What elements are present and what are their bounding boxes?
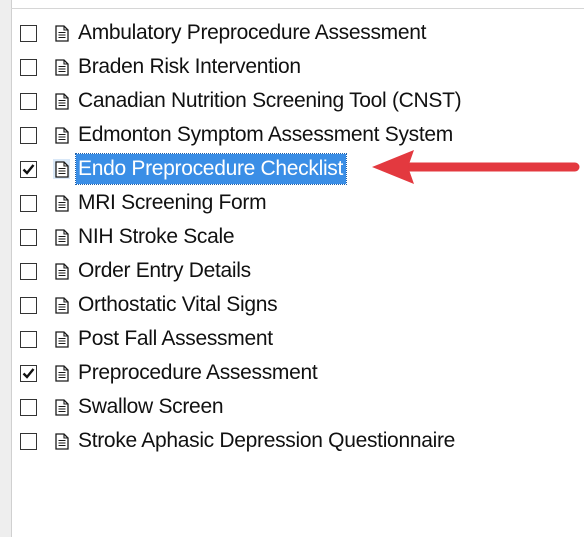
document-icon <box>53 57 70 77</box>
form-list: Ambulatory Preprocedure Assessment Brade… <box>20 16 580 458</box>
list-item[interactable]: Braden Risk Intervention <box>20 50 580 84</box>
list-item-label[interactable]: Endo Preprocedure Checklist <box>74 153 348 185</box>
list-item-label[interactable]: Post Fall Assessment <box>76 324 276 354</box>
checkbox[interactable] <box>20 296 37 314</box>
checkbox[interactable] <box>20 24 37 42</box>
checkbox[interactable] <box>20 262 37 280</box>
list-item[interactable]: Post Fall Assessment <box>20 322 580 356</box>
checkbox[interactable] <box>20 58 37 76</box>
document-icon <box>53 261 70 281</box>
list-item[interactable]: Ambulatory Preprocedure Assessment <box>20 16 580 50</box>
document-icon <box>53 193 70 213</box>
left-border <box>0 0 12 537</box>
list-item[interactable]: Canadian Nutrition Screening Tool (CNST) <box>20 84 580 118</box>
document-icon <box>53 227 70 247</box>
top-divider <box>11 8 584 9</box>
list-item-label[interactable]: Order Entry Details <box>76 256 254 286</box>
check-icon <box>22 367 35 379</box>
list-item-label[interactable]: Stroke Aphasic Depression Questionnaire <box>76 426 458 456</box>
checkbox-checked[interactable] <box>20 364 37 382</box>
checkbox[interactable] <box>20 432 37 450</box>
list-item-label[interactable]: Edmonton Symptom Assessment System <box>76 120 456 150</box>
list-item-selected[interactable]: Endo Preprocedure Checklist <box>20 152 580 186</box>
document-icon <box>53 295 70 315</box>
list-item-label[interactable]: MRI Screening Form <box>76 188 269 218</box>
list-item[interactable]: Preprocedure Assessment <box>20 356 580 390</box>
list-item-label[interactable]: Canadian Nutrition Screening Tool (CNST) <box>76 86 464 116</box>
list-item[interactable]: Orthostatic Vital Signs <box>20 288 580 322</box>
document-icon <box>53 363 70 383</box>
list-item[interactable]: Swallow Screen <box>20 390 580 424</box>
list-item[interactable]: NIH Stroke Scale <box>20 220 580 254</box>
document-icon <box>53 159 70 179</box>
checkbox[interactable] <box>20 330 37 348</box>
list-item-label[interactable]: Braden Risk Intervention <box>76 52 304 82</box>
form-list-panel: Ambulatory Preprocedure Assessment Brade… <box>0 0 584 537</box>
document-icon <box>53 397 70 417</box>
document-icon <box>53 23 70 43</box>
list-item-label[interactable]: NIH Stroke Scale <box>76 222 237 252</box>
list-item-label[interactable]: Swallow Screen <box>76 392 226 422</box>
checkbox-checked[interactable] <box>20 160 37 178</box>
check-icon <box>22 163 35 175</box>
list-item-label[interactable]: Ambulatory Preprocedure Assessment <box>76 18 429 48</box>
document-icon <box>53 431 70 451</box>
document-icon <box>53 329 70 349</box>
list-item[interactable]: Order Entry Details <box>20 254 580 288</box>
list-item[interactable]: Edmonton Symptom Assessment System <box>20 118 580 152</box>
checkbox[interactable] <box>20 194 37 212</box>
checkbox[interactable] <box>20 92 37 110</box>
checkbox[interactable] <box>20 228 37 246</box>
list-item[interactable]: Stroke Aphasic Depression Questionnaire <box>20 424 580 458</box>
list-item-label[interactable]: Orthostatic Vital Signs <box>76 290 280 320</box>
list-item-label[interactable]: Preprocedure Assessment <box>76 358 320 388</box>
checkbox[interactable] <box>20 126 37 144</box>
checkbox[interactable] <box>20 398 37 416</box>
list-item[interactable]: MRI Screening Form <box>20 186 580 220</box>
document-icon <box>53 125 70 145</box>
document-icon <box>53 91 70 111</box>
